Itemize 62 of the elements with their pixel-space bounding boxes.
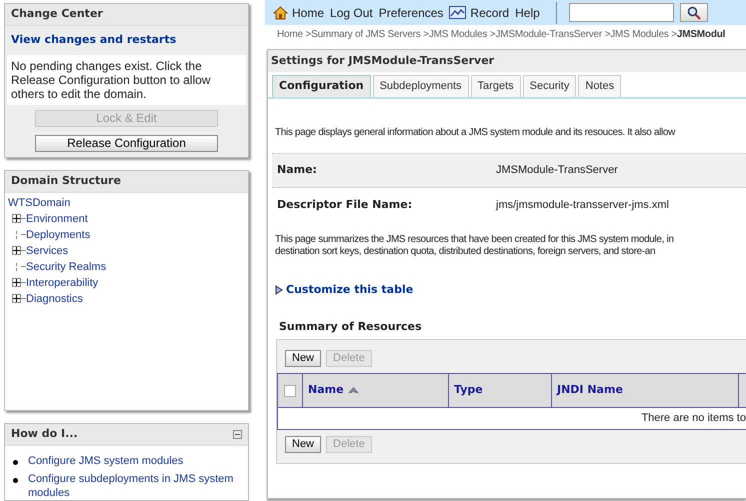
breadcrumb-link[interactable]: Home > xyxy=(277,27,312,42)
toolbar-link[interactable]: Record xyxy=(449,4,510,22)
expand-icon[interactable] xyxy=(12,246,21,255)
tab[interactable]: Notes xyxy=(578,75,622,97)
how-to-link[interactable]: Configure JMS system modules xyxy=(28,454,184,468)
toolbar-link[interactable]: Home xyxy=(273,4,324,22)
release-configuration-button[interactable]: Release Configuration xyxy=(35,134,218,152)
home-icon xyxy=(273,6,288,20)
collapse-icon[interactable] xyxy=(233,430,242,439)
field-value: jms/jmsmodule-transserver-jms.xml xyxy=(496,198,669,213)
panel-title: Settings for JMSModule-TransServer xyxy=(271,52,494,69)
toolbar-link[interactable]: Preferences xyxy=(378,4,444,22)
sort-icon xyxy=(348,387,359,394)
summary-text: destination sort keys, destination quota, distributed destinations, foreign servers, and store-an xyxy=(275,246,656,258)
breadcrumb-link[interactable]: JMSModule-TransServer > xyxy=(495,27,610,42)
bullet-icon xyxy=(13,478,18,483)
column-header[interactable]: Name xyxy=(303,374,449,407)
expand-icon[interactable] xyxy=(12,214,21,223)
column-header[interactable]: JNDI Name xyxy=(552,374,739,407)
bullet-icon xyxy=(13,460,18,465)
button[interactable]: New xyxy=(285,350,322,367)
tree-item[interactable]: Diagnostics xyxy=(26,290,83,306)
tree-item[interactable]: Security Realms xyxy=(26,258,106,274)
toolbar-link[interactable]: Log Out xyxy=(330,4,373,22)
panel-title: Change Center xyxy=(11,6,103,22)
search-field[interactable] xyxy=(568,3,674,22)
tree-root[interactable]: WTSDomain xyxy=(8,196,70,208)
intro-text: This page displays general information about a JMS system module and its resouces. It also allow xyxy=(275,126,676,140)
breadcrumb-link[interactable]: JMS Modules > xyxy=(428,27,496,42)
column-header[interactable]: Type xyxy=(449,374,552,407)
expand-icon[interactable] xyxy=(12,278,21,287)
breadcrumb-link[interactable]: JMS Modules > xyxy=(610,27,677,42)
tab[interactable]: Targets xyxy=(470,75,521,97)
field-label: Descriptor File Name: xyxy=(277,196,414,213)
breadcrumb-link[interactable]: JMSModul xyxy=(676,27,726,42)
tab[interactable]: Subdeployments xyxy=(372,75,469,97)
breadcrumb-link[interactable]: Summary of JMS Servers > xyxy=(311,27,429,42)
expand-icon[interactable] xyxy=(12,294,21,303)
tree-item[interactable]: Deployments xyxy=(26,226,90,242)
search-icon xyxy=(686,6,701,20)
message-text: No pending changes exist. Click the Release Configuration button to allow others to edit the domain. xyxy=(7,54,246,104)
panel-title: Domain Structure xyxy=(11,172,121,189)
select-all-checkbox[interactable] xyxy=(284,384,296,396)
toolbar-link[interactable]: Help xyxy=(515,4,540,22)
search-button[interactable] xyxy=(680,3,708,22)
empty-table-message: There are no items to xyxy=(641,411,746,426)
tree-item[interactable]: Environment xyxy=(26,210,88,226)
how-to-link[interactable]: Configure subdeployments in JMS system modules xyxy=(28,472,244,500)
table-title: Summary of Resources xyxy=(279,318,423,334)
expand-triangle-icon xyxy=(275,285,283,296)
panel-title: How do I... xyxy=(11,426,78,442)
view-changes-link[interactable]: View changes and restarts xyxy=(11,33,176,46)
field-label: Name: xyxy=(277,162,318,178)
tab[interactable]: Configuration xyxy=(272,75,371,97)
field-value: JMSModule-TransServer xyxy=(496,163,618,178)
tab[interactable]: Security xyxy=(522,75,576,97)
customize-table-link[interactable]: Customize this table xyxy=(275,282,746,298)
button[interactable]: New xyxy=(285,436,322,453)
tree-item[interactable]: Services xyxy=(26,242,68,258)
tree-item[interactable]: Interoperability xyxy=(26,274,98,290)
summary-text: This page summarizes the JMS resources that have been created for this JMS system module, in xyxy=(275,234,675,246)
chart-icon xyxy=(449,6,466,19)
